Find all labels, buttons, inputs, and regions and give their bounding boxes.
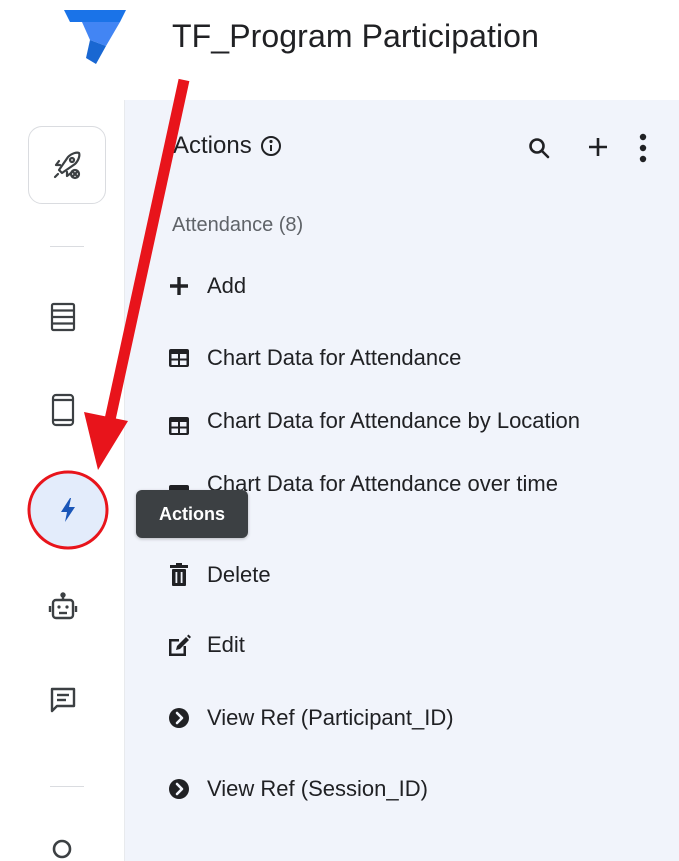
chat-message-icon (50, 687, 76, 713)
launch-rocket-icon (53, 151, 81, 180)
action-item-label: Chart Data for Attendance (207, 345, 462, 370)
plus-icon (165, 274, 193, 298)
action-item-label: Delete (207, 562, 271, 587)
rail-divider (50, 786, 84, 787)
chevron-circle-icon (165, 706, 193, 730)
rail-data-button[interactable] (46, 300, 80, 334)
trash-icon (165, 563, 193, 587)
action-item-label: Chart Data for Attendance by Location (207, 408, 581, 433)
more-vert-icon (639, 133, 647, 163)
appsheet-logo-icon[interactable] (62, 8, 128, 66)
table-grid-icon (165, 346, 193, 370)
table-data-icon (50, 302, 76, 332)
rail-actions-button[interactable] (30, 472, 106, 548)
action-item-label: View Ref (Participant_ID) (207, 705, 454, 730)
action-item-view-ref-participant[interactable]: View Ref (Participant_ID) (165, 706, 675, 730)
edit-icon (165, 633, 193, 657)
add-action-button[interactable] (583, 132, 613, 162)
rail-search-button[interactable] (46, 838, 80, 861)
app-title: TF_Program Participation (172, 18, 539, 54)
table-grid-icon (165, 414, 193, 438)
search-icon (529, 138, 550, 159)
action-item-delete[interactable]: Delete (165, 563, 675, 587)
robot-automation-icon (48, 592, 78, 620)
actions-tooltip: Actions (136, 490, 248, 538)
mobile-views-icon (51, 393, 75, 427)
search-icon (52, 839, 72, 859)
action-item-label: Chart Data for Attendance over time (207, 471, 558, 496)
search-actions-button[interactable] (525, 134, 553, 162)
lightning-actions-icon (61, 498, 75, 522)
left-nav-rail (0, 100, 125, 861)
panel-title: Actions (173, 132, 282, 160)
action-item-label: Add (207, 273, 247, 298)
plus-icon (589, 138, 607, 156)
chevron-circle-icon (165, 777, 193, 801)
action-item-chart-data-location[interactable]: Chart Data for Attendance by Location (165, 404, 675, 438)
rail-chat-button[interactable] (46, 683, 80, 717)
actions-panel: Actions Attendance (8) Add Chart Data fo… (125, 100, 679, 861)
rail-automation-button[interactable] (46, 590, 80, 624)
app-header: TF_Program Participation (0, 0, 679, 100)
action-item-add[interactable]: Add (165, 274, 675, 298)
panel-title-text: Actions (173, 132, 252, 159)
rail-views-button[interactable] (46, 390, 80, 430)
group-label-attendance[interactable]: Attendance (8) (172, 214, 303, 237)
info-icon[interactable] (260, 135, 282, 157)
action-item-chart-data-attendance[interactable]: Chart Data for Attendance (165, 346, 675, 370)
more-options-button[interactable] (633, 130, 653, 166)
rail-divider (50, 246, 84, 247)
action-item-edit[interactable]: Edit (165, 633, 675, 657)
action-item-label: Edit (207, 632, 245, 657)
action-item-label: View Ref (Session_ID) (207, 776, 428, 801)
rail-launch-button[interactable] (28, 126, 106, 204)
action-item-view-ref-session[interactable]: View Ref (Session_ID) (165, 777, 675, 801)
